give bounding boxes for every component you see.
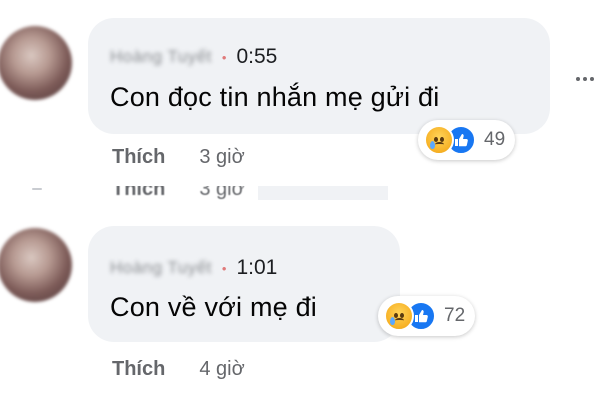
reaction-summary[interactable]: 72 xyxy=(378,296,476,336)
separator-dot: • xyxy=(221,260,227,276)
reaction-count: 49 xyxy=(484,129,506,150)
avatar[interactable] xyxy=(0,228,72,302)
reaction-count: 72 xyxy=(444,305,466,326)
partial-time: 3 giờ xyxy=(199,186,245,200)
more-options-icon[interactable] xyxy=(576,68,598,81)
partial-comment-row: Thích 3 giờ xyxy=(98,186,388,200)
like-button[interactable]: Thích xyxy=(112,358,165,381)
thread-divider xyxy=(32,188,42,190)
sad-icon xyxy=(384,301,414,331)
separator-dot: • xyxy=(221,49,227,65)
like-button[interactable]: Thích xyxy=(112,146,165,169)
partial-bubble-edge xyxy=(258,186,388,200)
comment-duration: 1:01 xyxy=(236,256,278,279)
comment-duration: 0:55 xyxy=(236,45,278,68)
avatar[interactable] xyxy=(0,26,72,100)
comment-author[interactable]: Hoàng Tuyết xyxy=(110,47,212,67)
comment-text: Con về với mẹ đi xyxy=(110,292,317,322)
comment-time[interactable]: 4 giờ xyxy=(199,358,244,381)
comment-author[interactable]: Hoàng Tuyết xyxy=(110,258,212,278)
reaction-summary[interactable]: 49 xyxy=(418,120,516,160)
comment-bubble: Hoàng Tuyết • 1:01 Con về với mẹ đi xyxy=(88,226,400,342)
comment-text: Con đọc tin nhắn mẹ gửi đi xyxy=(110,82,440,112)
comment-time[interactable]: 3 giờ xyxy=(199,146,244,169)
partial-like-button[interactable]: Thích xyxy=(112,186,165,200)
sad-icon xyxy=(424,125,454,155)
comment-bubble: Hoàng Tuyết • 0:55 Con đọc tin nhắn mẹ g… xyxy=(88,18,550,134)
